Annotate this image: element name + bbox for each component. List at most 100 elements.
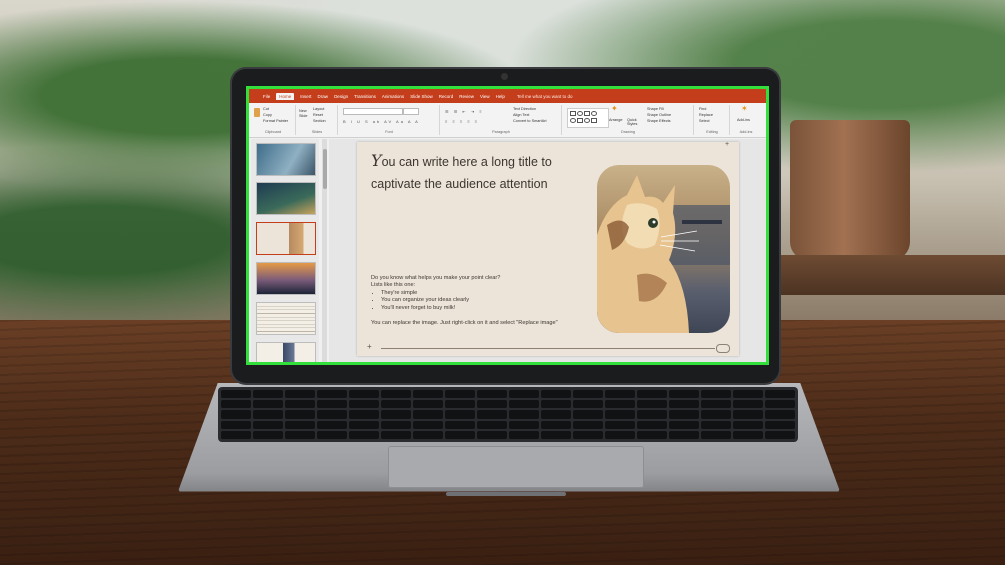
slide-footer-note[interactable]: You can replace the image. Just right-cl… [371,320,581,327]
align-buttons[interactable]: ≡ ≡ ≡ ≡ ≡ [445,119,479,124]
slide-thumbnail-2[interactable] [256,182,316,215]
format-painter-button[interactable]: Format Painter [263,119,288,123]
keyboard-key [253,390,283,399]
new-slide-button[interactable]: New Slide [299,109,309,119]
shapes-gallery[interactable] [567,108,609,128]
arrange-icon[interactable]: ✦ [611,104,618,113]
shape-fill-button[interactable]: Shape Fill [647,107,664,111]
keyboard-key [413,390,443,399]
current-slide[interactable]: + You can write here a long title to cap… [357,141,739,356]
plus-decoration-icon: + [367,342,372,351]
slide-thumbnail-4[interactable] [256,262,316,295]
keyboard-key [445,420,475,429]
list-item: You'll never forget to buy milk! [381,305,581,312]
cut-button[interactable]: Cut [263,107,269,111]
shape-effects-button[interactable]: Shape Effects [647,119,671,123]
text-direction-button[interactable]: Text Direction [513,107,536,111]
keyboard-key [317,400,347,409]
font-group: B I U S ab AV Aa A A Font [339,105,440,135]
font-name-box[interactable] [343,108,403,115]
slides-group-label: Slides [311,130,323,134]
keyboard-key [605,430,635,439]
keyboard-key [765,390,795,399]
laptop-front-notch [446,492,566,496]
tab-insert[interactable]: Insert [300,94,311,99]
shape-outline-button[interactable]: Shape Outline [647,113,671,117]
keyboard-key [413,410,443,419]
keyboard-key [605,410,635,419]
arrange-button[interactable]: Arrange [609,118,623,122]
keyboard-key [701,400,731,409]
body-intro: Do you know what helps you make your poi… [371,275,501,281]
ribbon: Cut Copy Format Painter Clipboard New Sl… [249,103,766,138]
paragraph-group-label: Paragraph [492,130,510,134]
keyboard-key [445,430,475,439]
tab-file[interactable]: File [263,94,270,99]
tab-record[interactable]: Record [439,94,454,99]
tell-me-search[interactable]: Tell me what you want to do [517,94,573,99]
keyboard-key [669,390,699,399]
section-button[interactable]: Section [313,119,326,123]
list-buttons[interactable]: ☰ ☰ ⇤ ⇥ ≡ [445,109,484,114]
keyboard-key [381,420,411,429]
slide-thumbnail-3[interactable] [256,222,316,255]
slide-title[interactable]: You can write here a long title to capti… [371,150,581,195]
keyboard-key [221,430,251,439]
font-group-label: Font [385,130,393,134]
keyboard-key [253,420,283,429]
addins-button[interactable]: Add-ins [737,118,750,122]
keyboard-key [669,400,699,409]
tab-help[interactable]: Help [496,94,505,99]
keyboard-key [701,430,731,439]
keyboard-key [477,410,507,419]
keyboard-key [477,420,507,429]
slide-body-text[interactable]: Do you know what helps you make your poi… [371,275,581,312]
layout-button[interactable]: Layout [313,107,324,111]
keyboard-key [733,420,763,429]
keyboard-key [637,430,667,439]
slide-thumbnail-1[interactable] [256,143,316,176]
addins-icon[interactable]: ✶ [741,104,748,113]
list-item: They're simple [381,290,581,297]
reset-button[interactable]: Reset [313,113,323,117]
keyboard-key [445,400,475,409]
tab-review[interactable]: Review [459,94,474,99]
find-button[interactable]: Find [699,107,706,111]
keyboard-key [509,390,539,399]
slide-thumbnail-6[interactable] [256,342,316,362]
select-button[interactable]: Select [699,119,710,123]
cat-image[interactable] [597,165,730,333]
tab-transitions[interactable]: Transitions [354,94,376,99]
copy-button[interactable]: Copy [263,113,272,117]
convert-smartart-button[interactable]: Convert to SmartArt [513,119,547,123]
keyboard-key [285,420,315,429]
ribbon-tab-bar: File Home Insert Draw Design Transitions Anima… [249,89,766,103]
tab-draw[interactable]: Draw [318,94,329,99]
tab-view[interactable]: View [480,94,490,99]
keyboard-key [509,430,539,439]
align-text-button[interactable]: Align Text [513,113,529,117]
font-size-box[interactable] [403,108,419,115]
tab-home[interactable]: Home [276,92,295,100]
keyboard-key [253,410,283,419]
paragraph-group: ☰ ☰ ⇤ ⇥ ≡ ≡ ≡ ≡ ≡ ≡ Text Direction Align… [441,105,562,135]
slide-thumbnail-5[interactable] [256,302,316,335]
keyboard-key [381,390,411,399]
keyboard-key [413,400,443,409]
slide-thumbnails-pane [251,139,319,362]
font-format-buttons[interactable]: B I U S ab AV Aa A A [343,119,420,124]
thumbnail-scrollbar[interactable] [322,139,327,362]
keyboard-key [637,410,667,419]
tab-slide-show[interactable]: Slide Show [410,94,433,99]
keyboard-key [765,410,795,419]
tab-design[interactable]: Design [334,94,348,99]
tab-animations[interactable]: Animations [382,94,404,99]
quick-styles-button[interactable]: Quick Styles [627,118,641,126]
keyboard-key [573,410,603,419]
keyboard-key [701,390,731,399]
replace-button[interactable]: Replace [699,113,713,117]
editing-group-label: Editing [706,130,718,134]
paste-icon[interactable] [254,108,260,117]
keyboard-key [701,410,731,419]
keyboard-key [573,400,603,409]
